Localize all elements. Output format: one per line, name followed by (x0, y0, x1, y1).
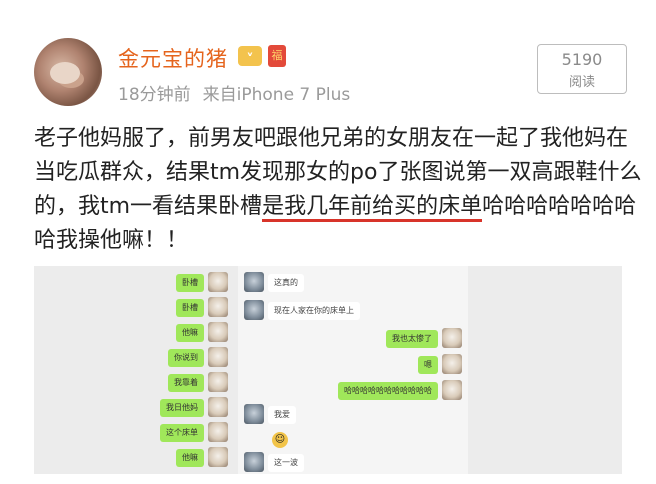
chat-message: 嗯 (418, 356, 438, 374)
chat-avatar (442, 380, 462, 400)
red-envelope-icon: 福 (268, 45, 286, 67)
post-meta: 18分钟前 来自iPhone 7 Plus (118, 80, 350, 105)
chat-message: 哈哈哈哈哈哈哈哈哈哈哈 (338, 382, 438, 400)
chat-avatar (244, 300, 264, 320)
chat-message: 我靠着 (168, 374, 204, 392)
chat-avatar (208, 372, 228, 392)
chat-message: 我也太惨了 (386, 330, 438, 348)
chat-message: 卧槽 (176, 274, 204, 292)
chat-pane-right: 这真的 现在人家在你的床单上 我也太惨了 嗯 哈哈哈哈哈哈哈哈哈哈哈 我爱 ☺ … (238, 266, 468, 474)
chat-message: 他嘛 (176, 324, 204, 342)
post-source: 来自iPhone 7 Plus (202, 85, 351, 105)
emoji-sticker-icon: ☺ (272, 432, 288, 448)
chat-screenshot[interactable]: 卧槽 卧槽 他嘛 你说到 我靠着 我日他妈 这个床单 他嘛 这真的 现在人家在你… (34, 266, 622, 474)
chat-avatar (244, 272, 264, 292)
vip-badge-icon: ᵛ (238, 46, 262, 66)
user-avatar[interactable] (34, 38, 102, 106)
post-text-highlight-2: 买的床单 (394, 194, 483, 222)
chat-avatar (244, 404, 264, 424)
chat-message: 这一波 (268, 454, 304, 472)
post-time: 18分钟前 (118, 85, 191, 105)
chat-message: 我爱 (268, 406, 296, 424)
chat-message: 现在人家在你的床单上 (268, 302, 360, 320)
read-count: 5190 (561, 50, 603, 69)
chat-avatar (208, 397, 228, 417)
chat-message: 你说到 (168, 349, 204, 367)
chat-avatar (208, 347, 228, 367)
chat-message: 他嘛 (176, 449, 204, 467)
username[interactable]: 金元宝的猪 (118, 43, 228, 73)
chat-avatar (442, 354, 462, 374)
chat-avatar (208, 322, 228, 342)
chat-avatar (208, 272, 228, 292)
chat-avatar (208, 422, 228, 442)
post-text-highlight-1: 是我几年前给 (262, 194, 395, 222)
read-count-box: 5190 阅读 (537, 44, 627, 94)
chat-message: 我日他妈 (160, 399, 204, 417)
read-label: 阅读 (568, 75, 595, 90)
chat-avatar (244, 452, 264, 472)
chat-message: 卧槽 (176, 299, 204, 317)
post-text: 老子他妈服了，前男友吧跟他兄弟的女朋友在一起了我他妈在当吃瓜群众，结果tm发现那… (34, 122, 644, 258)
chat-pane-left: 卧槽 卧槽 他嘛 你说到 我靠着 我日他妈 这个床单 他嘛 (34, 266, 234, 474)
chat-avatar (208, 297, 228, 317)
chat-message: 这个床单 (160, 424, 204, 442)
chat-avatar (442, 328, 462, 348)
chat-message: 这真的 (268, 274, 304, 292)
chat-avatar (208, 447, 228, 467)
